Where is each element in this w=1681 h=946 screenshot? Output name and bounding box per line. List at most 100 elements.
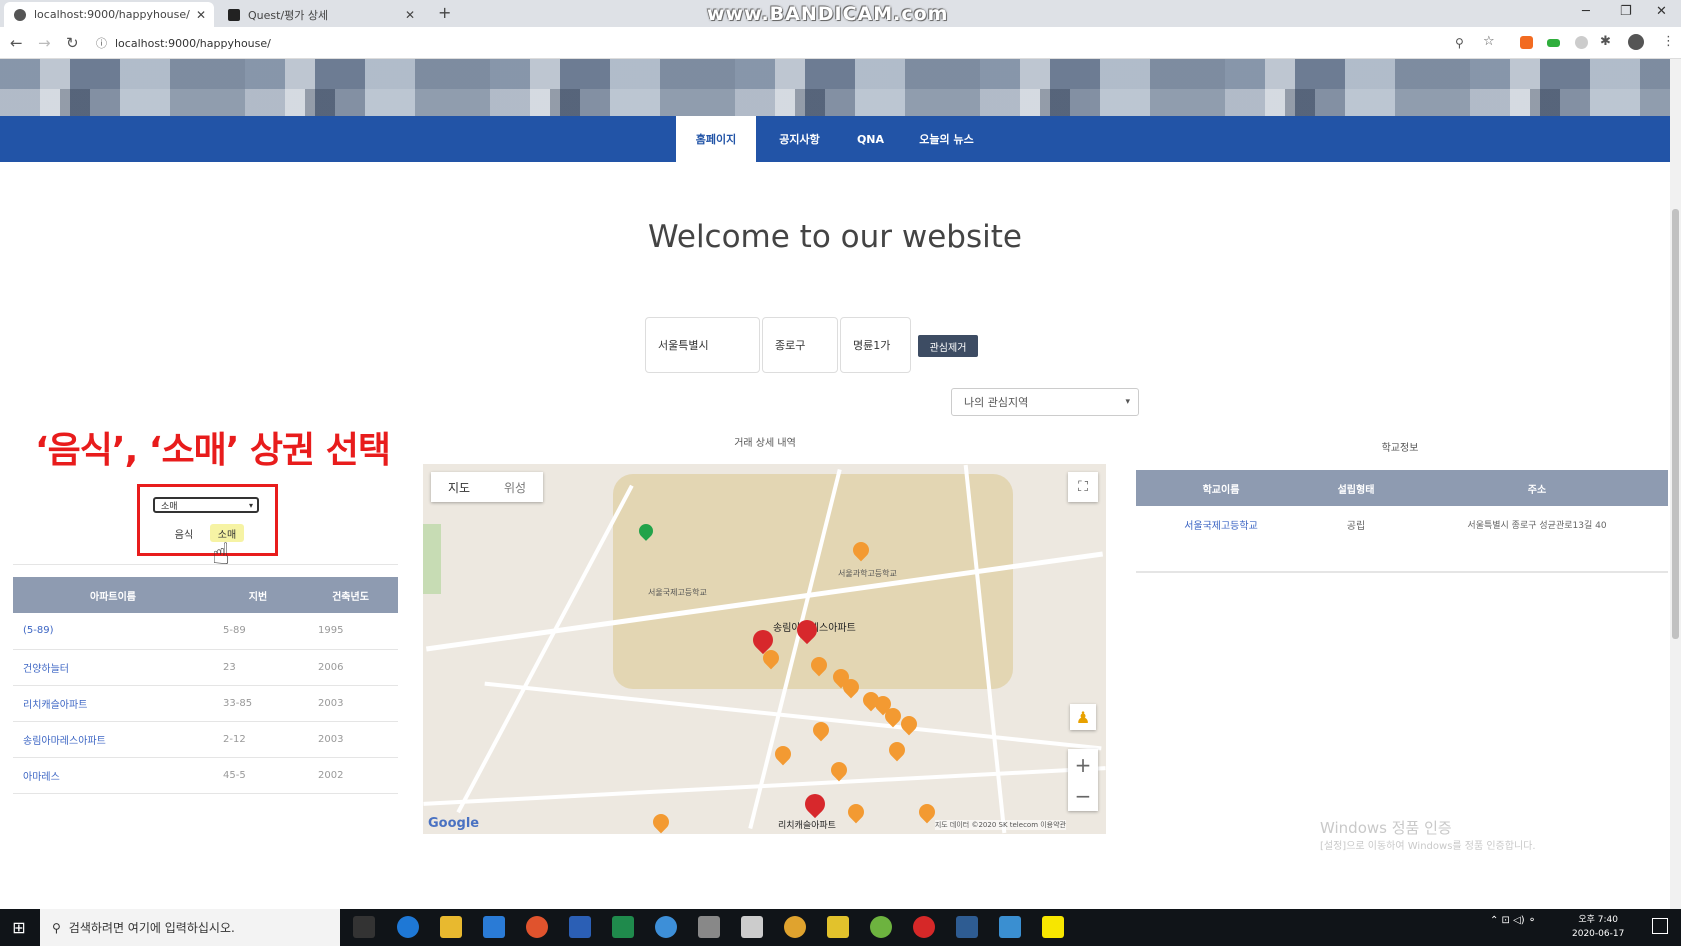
street-view-pegman-icon[interactable]: ♟ (1070, 704, 1096, 730)
nav-item-home[interactable]: 홈페이지 (676, 116, 756, 162)
store-marker[interactable] (885, 738, 909, 762)
table-row[interactable]: 아마레스 45-5 2002 (13, 757, 398, 794)
excel-icon[interactable] (612, 916, 634, 938)
extension-icon[interactable] (1520, 36, 1533, 49)
school-name-link[interactable]: 서울국제고등학교 (1136, 506, 1306, 542)
category-option-food[interactable]: 음식 (168, 524, 200, 542)
map-type-control: 지도 위성 (431, 472, 543, 502)
road (484, 681, 1102, 751)
page-title: Welcome to our website (648, 219, 1022, 255)
kakaotalk-icon[interactable] (1042, 916, 1064, 938)
taskbar-clock[interactable]: 오후 7:40 2020-06-17 (1572, 913, 1624, 941)
edge-icon[interactable] (397, 916, 419, 938)
remove-interest-button[interactable]: 관심제거 (918, 335, 978, 357)
reload-icon[interactable]: ↻ (66, 34, 79, 52)
forward-icon[interactable]: → (38, 34, 51, 52)
close-tab-icon[interactable]: ✕ (405, 8, 415, 22)
map-attribution[interactable]: 지도 데이터 ©2020 SK telecom 이용약관 (934, 820, 1066, 830)
menu-icon[interactable]: ⋮ (1662, 34, 1675, 49)
ie-icon[interactable] (655, 916, 677, 938)
map-type-satellite-button[interactable]: 위성 (487, 472, 543, 502)
apartment-name-link[interactable]: 건양하늘터 (13, 649, 213, 686)
maximize-icon[interactable]: ❐ (1620, 4, 1632, 19)
table-row[interactable]: 송림아마레스아파트 2-12 2003 (13, 721, 398, 758)
sticky-notes-icon[interactable] (827, 916, 849, 938)
store-marker[interactable] (844, 800, 868, 824)
extension-icon[interactable] (1575, 36, 1588, 49)
apartment-name-link[interactable]: 송림아마레스아파트 (13, 721, 213, 758)
fullscreen-icon[interactable]: ⛶ (1068, 472, 1098, 502)
apartment-name-link[interactable]: 리치캐슬아파트 (13, 685, 213, 722)
tab-title: Quest/평가 상세 (248, 8, 329, 22)
store-marker[interactable] (649, 810, 673, 834)
column-header: 건축년도 (303, 577, 398, 613)
bandicam-icon[interactable] (913, 916, 935, 938)
table-row[interactable]: 건양하늘터 23 2006 (13, 649, 398, 686)
zoom-out-button[interactable]: − (1068, 780, 1098, 811)
city-select[interactable]: 서울특별시 (645, 317, 760, 373)
park-area (423, 524, 441, 594)
file-explorer-icon[interactable] (440, 916, 462, 938)
address-bar[interactable]: ⓘ localhost:9000/happyhouse/ (96, 32, 1496, 54)
column-header: 주소 (1406, 470, 1668, 506)
table-row[interactable]: 리치캐슬아파트 33-85 2003 (13, 685, 398, 722)
table-header-row: 아파트이름 지번 건축년도 (13, 577, 398, 613)
table-row[interactable]: (5-89) 5-89 1995 (13, 613, 398, 650)
apartment-name-link[interactable]: 아마레스 (13, 757, 213, 794)
store-icon[interactable] (483, 916, 505, 938)
browser-tab[interactable]: Quest/평가 상세 ✕ (218, 2, 423, 27)
star-icon[interactable]: ☆ (1483, 34, 1495, 49)
task-view-icon[interactable] (353, 916, 375, 938)
nav-item-news[interactable]: 오늘의 뉴스 (904, 116, 989, 162)
nav-item-notice[interactable]: 공지사항 (762, 116, 837, 162)
apartment-marker[interactable] (800, 789, 830, 819)
page-scrollbar[interactable] (1670, 59, 1681, 909)
map-type-map-button[interactable]: 지도 (431, 472, 487, 502)
notion-icon (228, 8, 240, 21)
app-icon[interactable] (956, 916, 978, 938)
column-header: 지번 (213, 577, 303, 613)
table-row[interactable]: 서울국제고등학교 공립 서울특별시 종로구 성균관로13길 40 (1136, 506, 1668, 542)
chrome-icon[interactable] (784, 916, 806, 938)
profile-icon[interactable] (1628, 34, 1644, 50)
app-icon[interactable] (526, 916, 548, 938)
my-area-select[interactable]: 나의 관심지역 ▾ (951, 388, 1139, 416)
calculator-icon[interactable] (741, 916, 763, 938)
lot-number: 2-12 (213, 721, 303, 758)
apartment-name-link[interactable]: (5-89) (13, 613, 213, 650)
lot-number: 23 (213, 649, 303, 686)
taskbar-search-input[interactable]: ⚲ 검색하려면 여기에 입력하십시오. (40, 909, 340, 946)
store-marker[interactable] (809, 718, 833, 742)
app-icon[interactable] (999, 916, 1021, 938)
url-text: localhost:9000/happyhouse/ (115, 36, 271, 50)
search-icon[interactable]: ⚲ (1455, 36, 1464, 50)
district-select[interactable]: 종로구 (762, 317, 838, 373)
close-tab-icon[interactable]: ✕ (196, 8, 206, 22)
app-icon[interactable] (698, 916, 720, 938)
store-marker[interactable] (771, 742, 795, 766)
notifications-icon[interactable] (1652, 918, 1668, 934)
windows-start-icon[interactable]: ⊞ (0, 909, 38, 946)
new-tab-button[interactable]: + (438, 3, 451, 22)
windows-activation-watermark: Windows 정품 인증 (1320, 819, 1452, 837)
column-header: 아파트이름 (13, 577, 213, 613)
zoom-in-button[interactable]: + (1068, 749, 1098, 780)
extension-icon[interactable] (1547, 39, 1560, 47)
road (456, 484, 634, 814)
spring-tool-icon[interactable] (870, 916, 892, 938)
puzzle-icon[interactable]: ✱ (1600, 34, 1611, 49)
scrollbar-thumb[interactable] (1672, 209, 1679, 639)
nav-item-qna[interactable]: QNA (843, 116, 898, 162)
close-window-icon[interactable]: ✕ (1656, 4, 1667, 19)
my-area-select-label: 나의 관심지역 (964, 396, 1029, 409)
system-tray-icons[interactable]: ⌃ ⊡ ◁) ⚬ (1490, 915, 1536, 926)
commercial-category-select[interactable]: 소매 ▾ (153, 497, 259, 513)
dong-select[interactable]: 명륜1가 (840, 317, 911, 373)
google-map[interactable]: 서울과학고등학교 송림아마레스아파트 리치캐슬아파트 서울국제고등학교 지도 위… (423, 464, 1106, 834)
browser-tab-active[interactable]: localhost:9000/happyhouse/ ✕ (4, 2, 214, 27)
store-marker[interactable] (827, 758, 851, 782)
build-year: 1995 (303, 613, 398, 650)
word-icon[interactable] (569, 916, 591, 938)
minimize-icon[interactable]: ─ (1582, 4, 1590, 19)
back-icon[interactable]: ← (10, 34, 23, 52)
